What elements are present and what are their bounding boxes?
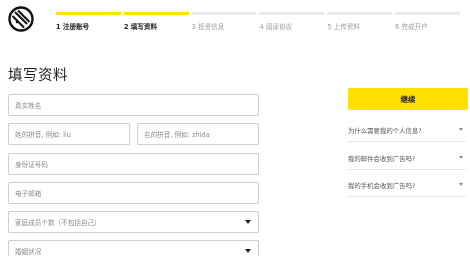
- step-fill-info: 2 填写资料: [123, 12, 189, 31]
- given-name-pinyin-placeholder: 名的拼音, 例如: zhida: [144, 131, 210, 139]
- continue-button[interactable]: 继续: [348, 88, 468, 110]
- real-name-input[interactable]: 真实姓名: [8, 94, 259, 116]
- divider: [348, 169, 466, 170]
- given-name-pinyin-input[interactable]: 名的拼音, 例如: zhida: [137, 123, 259, 145]
- faq-question: 我的手机会收到广告吗?: [348, 181, 416, 190]
- family-size-placeholder: 家庭成员个数（不包括自己）: [15, 219, 101, 227]
- real-name-placeholder: 真实姓名: [15, 102, 42, 110]
- step-label: 6 完成开户: [395, 23, 428, 31]
- chevron-down-icon: [459, 183, 463, 186]
- step-complete: 6 完成开户: [395, 12, 460, 31]
- family-size-select[interactable]: 家庭成员个数（不包括自己）: [8, 211, 259, 233]
- marital-status-placeholder: 婚姻状况: [15, 248, 42, 256]
- id-number-input[interactable]: 身份证号码: [8, 153, 259, 175]
- divider: [348, 196, 466, 197]
- faq-question: 为什么需要我的个人信息?: [348, 126, 422, 135]
- progress-steps: 1 注册账号 2 填写资料 3 投资信息 4 阅读协议 5 上传资料 6 完成开…: [56, 12, 460, 31]
- step-label: 1 注册账号: [56, 23, 90, 31]
- chevron-down-icon: [459, 128, 463, 131]
- id-number-placeholder: 身份证号码: [15, 161, 48, 169]
- step-register: 1 注册账号: [56, 12, 121, 31]
- step-bar: [123, 12, 189, 15]
- step-label: 3 投资信息: [191, 23, 225, 31]
- surname-pinyin-placeholder: 姓的拼音, 例如: liu: [15, 131, 71, 139]
- account-opening-page: 1 注册账号 2 填写资料 3 投资信息 4 阅读协议 5 上传资料 6 完成开…: [0, 0, 470, 256]
- divider: [348, 141, 466, 142]
- zebra-logo-icon[interactable]: [8, 6, 34, 32]
- email-placeholder: 电子邮箱: [15, 190, 42, 198]
- chevron-down-icon: [459, 156, 463, 159]
- faq-item-email-ads[interactable]: 我的邮件会收到广告吗?: [348, 150, 466, 166]
- page-title: 填写资料: [8, 68, 68, 84]
- faq-item-phone-ads[interactable]: 我的手机会收到广告吗?: [348, 177, 466, 193]
- step-bar: [191, 12, 257, 15]
- step-read-agreement: 4 阅读协议: [259, 12, 325, 31]
- email-input[interactable]: 电子邮箱: [8, 182, 259, 204]
- faq-item-personal-info[interactable]: 为什么需要我的个人信息?: [348, 122, 466, 138]
- faq-question: 我的邮件会收到广告吗?: [348, 154, 416, 163]
- step-label: 2 填写资料: [123, 23, 158, 31]
- step-bar: [259, 12, 325, 15]
- marital-status-select[interactable]: 婚姻状况: [8, 240, 259, 256]
- step-investment-info: 3 投资信息: [191, 12, 257, 31]
- step-bar: [395, 12, 460, 15]
- step-label: 4 阅读协议: [259, 23, 293, 31]
- chevron-down-icon: [245, 249, 251, 253]
- step-bar: [56, 12, 121, 15]
- step-label: 5 上传资料: [327, 23, 360, 31]
- step-bar: [327, 12, 393, 15]
- surname-pinyin-input[interactable]: 姓的拼音, 例如: liu: [8, 123, 130, 145]
- step-upload-documents: 5 上传资料: [327, 12, 393, 31]
- chevron-down-icon: [245, 220, 251, 224]
